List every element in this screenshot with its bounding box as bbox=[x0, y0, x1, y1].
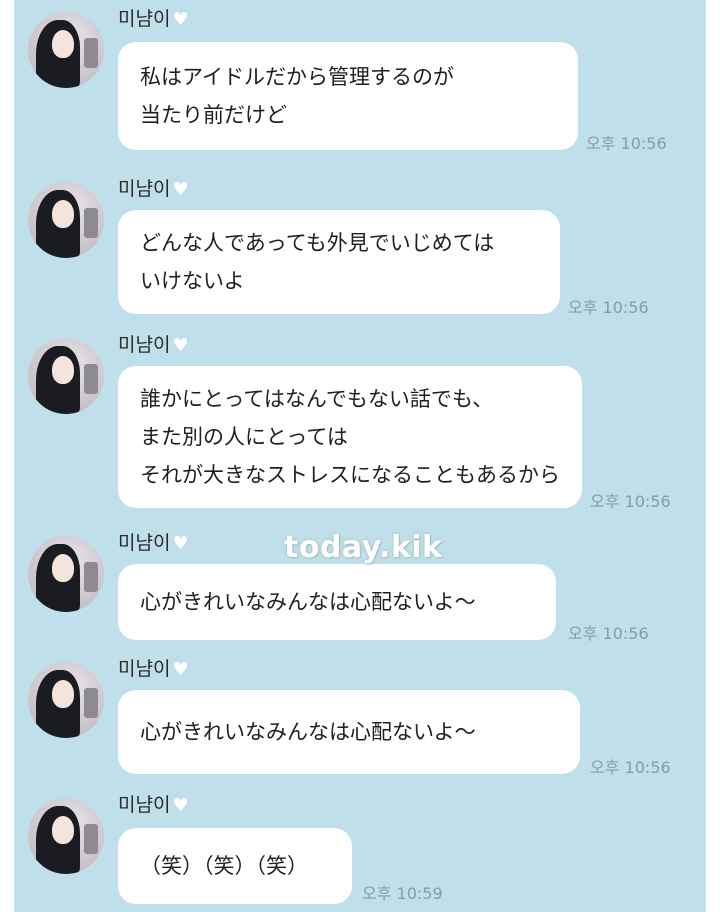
message-line: 心がきれいなみんなは心配ないよ〜 bbox=[140, 720, 476, 744]
message-bubble[interactable]: どんな人であっても外見でいじめては いけないよ bbox=[118, 210, 560, 314]
heart-icon: ♥ bbox=[172, 533, 189, 554]
message-bubble[interactable]: 心がきれいなみんなは心配ないよ〜 bbox=[118, 690, 580, 774]
avatar[interactable] bbox=[28, 536, 104, 612]
message-line: 心がきれいなみんなは心配ないよ〜 bbox=[140, 590, 476, 614]
message-time: 오후 10:56 bbox=[568, 298, 649, 317]
message-line: どんな人であっても外見でいじめては bbox=[140, 231, 495, 255]
avatar[interactable] bbox=[28, 798, 104, 874]
sender-name: 미냠이 ♥ bbox=[118, 794, 189, 816]
avatar[interactable] bbox=[28, 338, 104, 414]
heart-icon: ♥ bbox=[172, 179, 189, 200]
message-bubble[interactable]: （笑）（笑）（笑） bbox=[118, 828, 352, 904]
message-group: 미냠이 ♥ 私はアイドルだから管理するのが 当たり前だけど 오후 10:56 bbox=[14, 0, 706, 160]
sender-name: 미냠이 ♥ bbox=[118, 532, 189, 554]
message-group: 미냠이 ♥ 心がきれいなみんなは心配ないよ〜 오후 10:56 bbox=[14, 650, 706, 780]
message-line: いけないよ bbox=[140, 269, 245, 293]
watermark: today.kik bbox=[284, 530, 443, 565]
heart-icon: ♥ bbox=[172, 659, 189, 680]
message-time: 오후 10:56 bbox=[586, 134, 667, 153]
heart-icon: ♥ bbox=[172, 9, 189, 30]
message-line: また別の人にとっては bbox=[140, 425, 348, 449]
message-line: 誰かにとってはなんでもない話でも、 bbox=[140, 387, 494, 411]
message-bubble[interactable]: 私はアイドルだから管理するのが 当たり前だけど bbox=[118, 42, 578, 150]
sender-name: 미냠이 ♥ bbox=[118, 658, 189, 680]
message-group: 미냠이 ♥ 誰かにとってはなんでもない話でも、 また別の人にとっては それが大きな… bbox=[14, 326, 706, 516]
sender-name: 미냠이 ♥ bbox=[118, 178, 189, 200]
message-time: 오후 10:56 bbox=[568, 624, 649, 643]
avatar[interactable] bbox=[28, 182, 104, 258]
avatar[interactable] bbox=[28, 12, 104, 88]
message-time: 오후 10:59 bbox=[362, 884, 443, 903]
message-line: 私はアイドルだから管理するのが bbox=[140, 65, 454, 89]
message-time: 오후 10:56 bbox=[590, 492, 671, 511]
avatar[interactable] bbox=[28, 662, 104, 738]
message-line: （笑）（笑）（笑） bbox=[140, 854, 308, 878]
message-time: 오후 10:56 bbox=[590, 758, 671, 777]
heart-icon: ♥ bbox=[172, 335, 189, 356]
message-line: 当たり前だけど bbox=[140, 103, 287, 127]
message-line: それが大きなストレスになることもあるから bbox=[140, 463, 560, 487]
sender-name: 미냠이 ♥ bbox=[118, 8, 189, 30]
message-group: 미냠이 ♥ （笑）（笑）（笑） 오후 10:59 bbox=[14, 786, 706, 912]
message-group: 미냠이 ♥ どんな人であっても外見でいじめては いけないよ 오후 10:56 bbox=[14, 170, 706, 320]
heart-icon: ♥ bbox=[172, 795, 189, 816]
message-bubble[interactable]: 誰かにとってはなんでもない話でも、 また別の人にとっては それが大きなストレスに… bbox=[118, 366, 582, 508]
sender-name: 미냠이 ♥ bbox=[118, 334, 189, 356]
message-bubble[interactable]: 心がきれいなみんなは心配ないよ〜 bbox=[118, 564, 556, 640]
